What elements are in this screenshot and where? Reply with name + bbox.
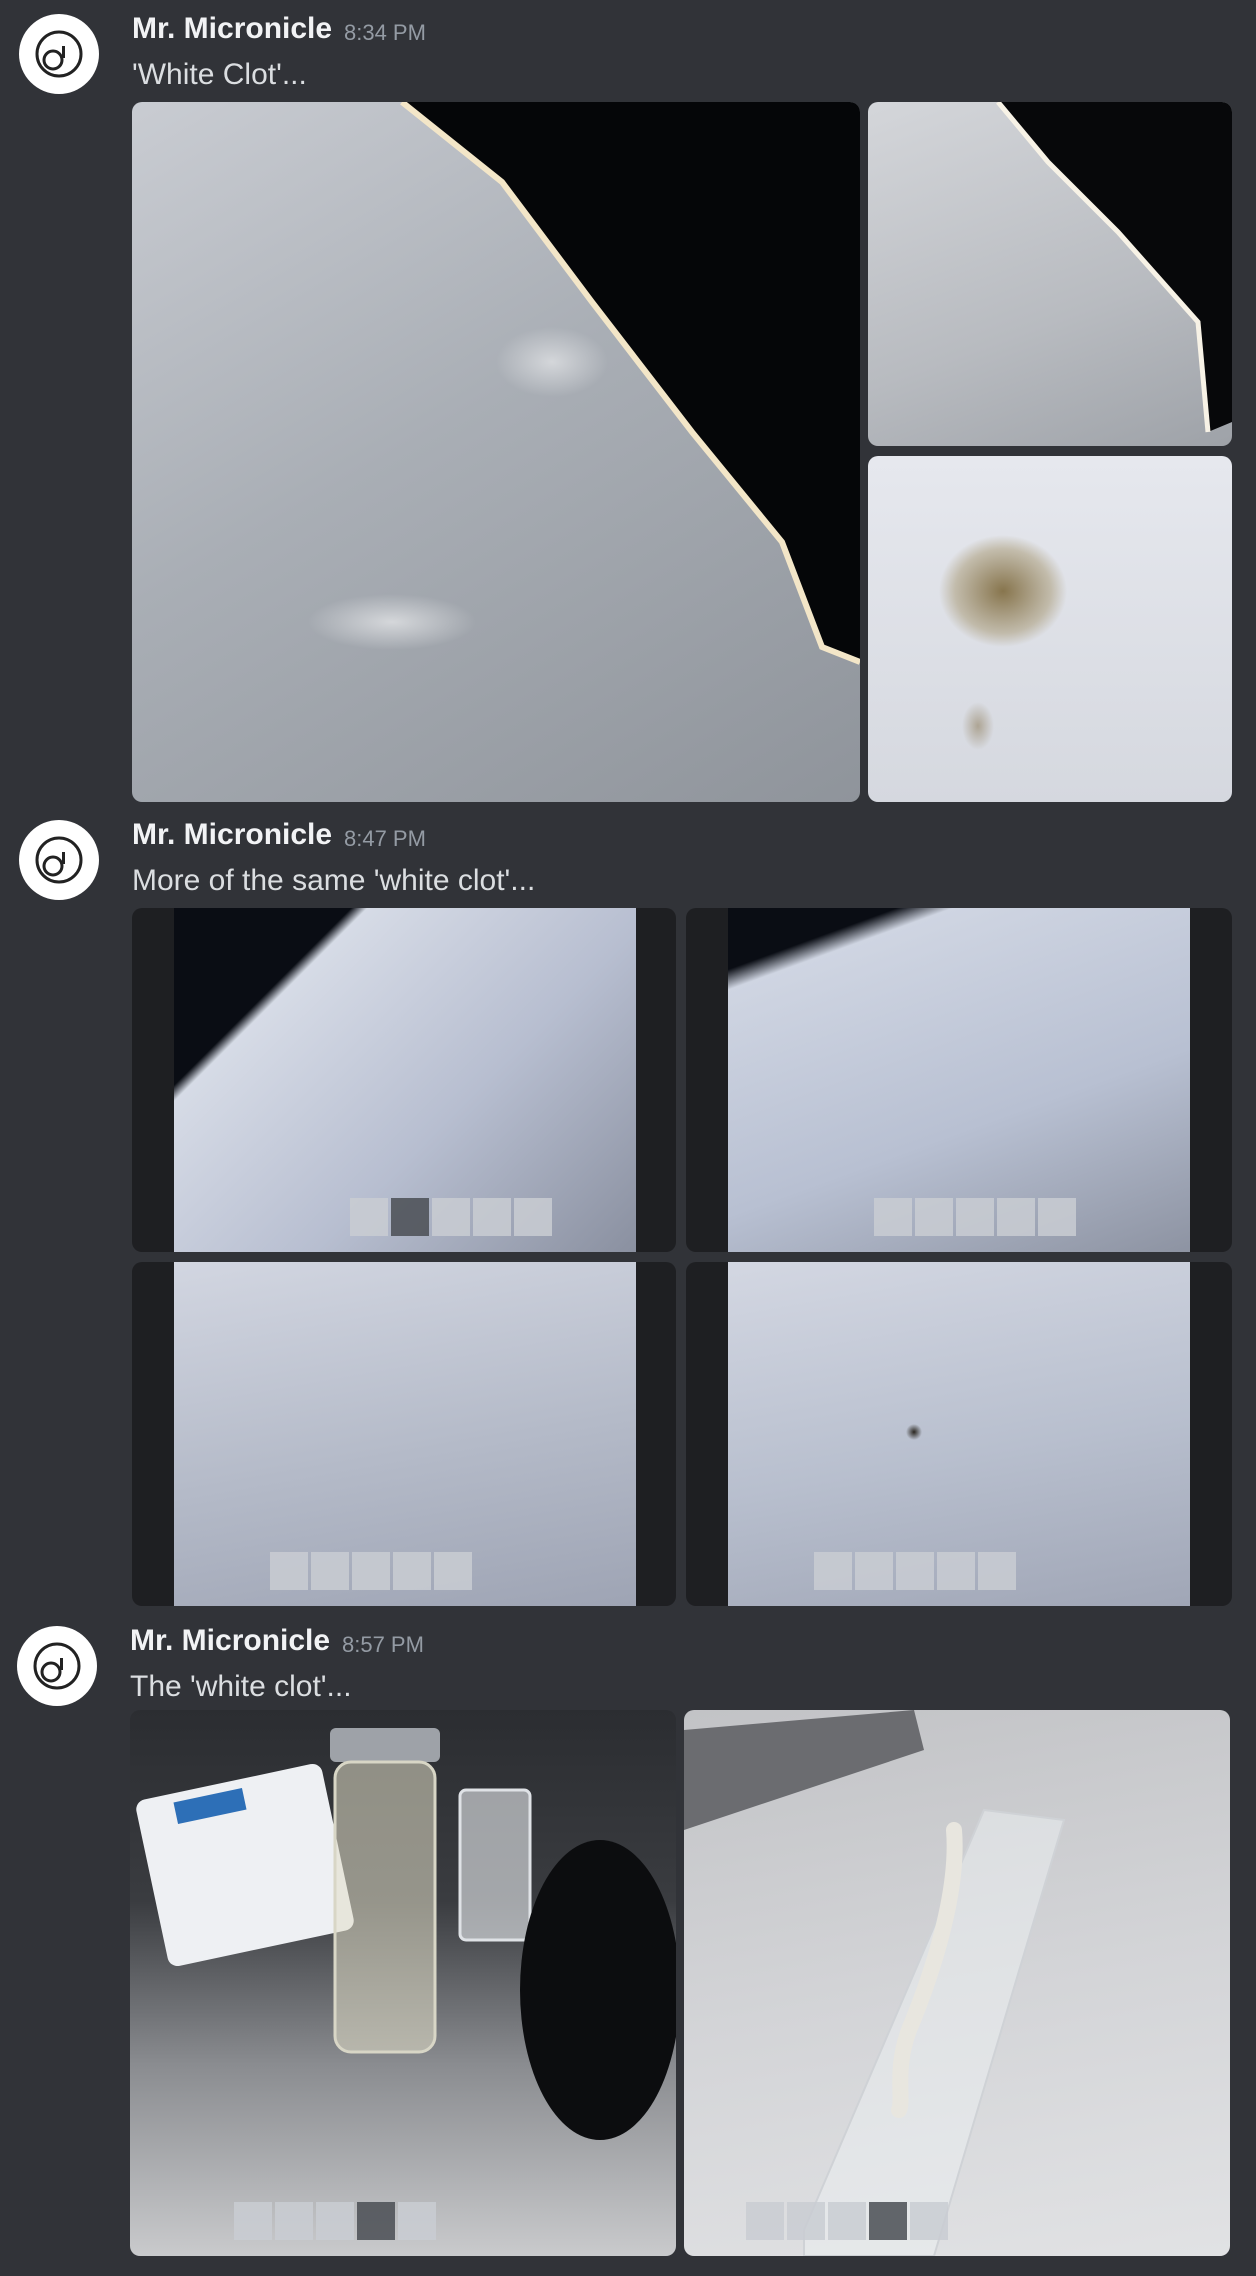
author-avatar[interactable] (19, 820, 99, 900)
attachment-image-1[interactable] (130, 1710, 676, 2256)
message-text: More of the same 'white clot'... (132, 864, 536, 897)
timestamp: 8:34 PM (344, 20, 426, 45)
micronicle-logo-icon (35, 30, 83, 78)
attachment-image-2[interactable] (686, 908, 1232, 1252)
author-avatar[interactable] (17, 1626, 97, 1706)
attachment-image-2[interactable] (868, 102, 1232, 446)
attachment-image-4[interactable] (686, 1262, 1232, 1606)
timestamp: 8:57 PM (342, 1632, 424, 1657)
attachment-image-1[interactable] (132, 908, 676, 1252)
attachment-image-3[interactable] (868, 456, 1232, 802)
message-1: Mr. Micronicle 8:34 PM 'White Clot'... (0, 0, 1256, 806)
attachment-image-1[interactable] (132, 102, 860, 802)
timestamp: 8:47 PM (344, 826, 426, 851)
message-3: Mr. Micronicle 8:57 PM The 'white clot'.… (0, 1612, 1256, 2276)
message-2: Mr. Micronicle 8:47 PM More of the same … (0, 806, 1256, 1612)
author-avatar[interactable] (19, 14, 99, 94)
message-text: 'White Clot'... (132, 58, 307, 91)
message-text: The 'white clot'... (130, 1670, 352, 1703)
attachment-image-3[interactable] (132, 1262, 676, 1606)
attachment-image-2[interactable] (684, 1710, 1230, 2256)
author-name[interactable]: Mr. Micronicle (130, 1624, 330, 1658)
author-name[interactable]: Mr. Micronicle (132, 12, 332, 46)
micronicle-logo-icon (33, 1642, 81, 1690)
micronicle-logo-icon (35, 836, 83, 884)
author-name[interactable]: Mr. Micronicle (132, 818, 332, 852)
